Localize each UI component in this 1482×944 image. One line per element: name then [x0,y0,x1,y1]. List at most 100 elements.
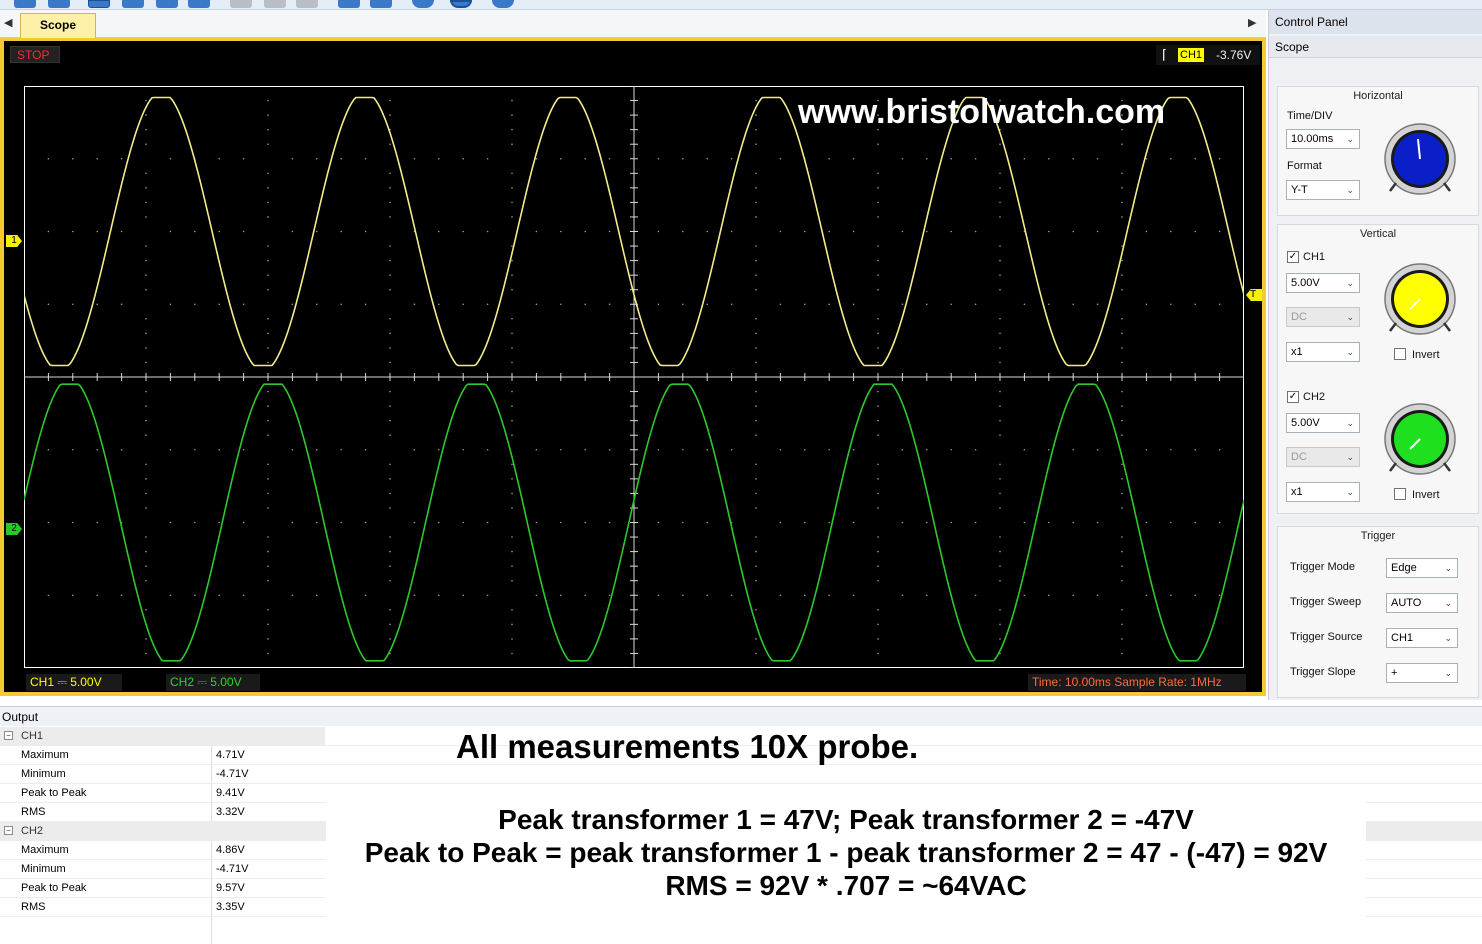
ch2-marker[interactable]: 2 [6,523,22,535]
toolbar-button[interactable] [450,0,472,8]
grid-dot [877,463,879,466]
time-div-knob[interactable] [1382,121,1458,197]
grid-dot [1121,579,1123,582]
grid-dot [779,157,782,160]
measurement-value: 4.86V [216,844,245,856]
annotation-line: Peak transformer 1 = 47V; Peak transform… [498,804,1194,835]
grid-dot [511,332,513,335]
grid-dot [511,114,513,116]
toolbar-button[interactable] [188,0,210,8]
ch1-volts-knob[interactable] [1382,261,1458,337]
grid-dot [682,157,684,160]
toolbar-button[interactable] [230,0,252,8]
grid-dot [1121,565,1123,567]
grid-dot [511,405,513,407]
toolbar-button[interactable] [48,0,70,8]
grid-dot [218,230,220,233]
ch2-volts-select[interactable]: 5.00V ⌄ [1286,413,1360,433]
horizontal-title: Horizontal [1353,90,1403,102]
trigger-slope-select[interactable]: + ⌄ [1386,663,1458,683]
ch2-probe-select[interactable]: x1 ⌄ [1286,482,1360,502]
toolbar-button[interactable] [338,0,360,8]
grid-dot [999,390,1001,393]
measurement-group-ch2[interactable]: − CH2 [0,822,325,841]
control-panel-subtitle: Scope [1269,36,1482,58]
ch2-volts-knob[interactable] [1382,401,1458,477]
vertical-title: Vertical [1359,228,1397,240]
grid-dot [1194,157,1196,160]
grid-dot [608,230,611,233]
grid-dot [755,347,757,349]
tab-scope[interactable]: Scope [20,13,96,38]
grid-dot [511,550,513,553]
ch1-marker[interactable]: 1 [6,235,22,247]
grid-dot [657,448,660,451]
grid-dot [267,274,269,276]
ch1-volts-value: 5.00V [1291,277,1320,289]
toolbar-button[interactable] [122,0,144,8]
toolbar-button[interactable] [296,0,318,8]
grid-dot [999,259,1001,262]
measurement-value: 4.71V [216,749,245,761]
grid-dot [1096,230,1099,233]
grid-dot [267,579,269,582]
grid-dot [755,419,757,422]
ch1-volts-select[interactable]: 5.00V ⌄ [1286,273,1360,293]
ch1-invert-checkbox[interactable] [1394,348,1406,360]
ch1-enable-checkbox[interactable]: ✓ [1287,251,1299,263]
grid-dot [511,318,513,320]
grid-dot [486,448,489,451]
knob-icon [1384,403,1456,475]
grid-dot [145,318,147,320]
toolbar-button[interactable] [264,0,286,8]
trigger-mode-select[interactable]: Edge ⌄ [1386,558,1458,578]
grid-dot [267,245,269,247]
trigger-source-select[interactable]: CH1 ⌄ [1386,628,1458,648]
format-select[interactable]: Y-T ⌄ [1286,180,1360,200]
trigger-marker[interactable]: T [1246,289,1262,301]
grid-dot [96,157,98,160]
grid-dot [96,594,98,597]
grid-dot [316,448,318,451]
grid-dot [560,594,562,597]
grid-dot [267,143,269,145]
collapse-icon[interactable]: − [4,731,13,740]
grid-dot [511,579,513,582]
run-state-badge[interactable]: STOP [10,46,60,63]
grid-dot [755,405,757,407]
grid-dot [999,361,1001,364]
toolbar-button[interactable] [412,0,434,8]
grid-dot [755,565,757,567]
grid-dot [267,492,269,495]
grid-dot [291,230,294,233]
grid-dot [1121,652,1123,655]
waveform-plot[interactable] [24,86,1244,668]
grid-dot [462,303,465,306]
toolbar-button[interactable] [370,0,392,8]
toolbar-button[interactable] [156,0,178,8]
grid-dot [511,259,513,262]
toolbar-button[interactable] [14,0,36,8]
grid-dot [389,579,391,582]
time-div-select[interactable]: 10.00ms ⌄ [1286,129,1360,149]
grid-dot [267,405,269,407]
ch2-invert-checkbox[interactable] [1394,488,1406,500]
trigger-sweep-select[interactable]: AUTO ⌄ [1386,593,1458,613]
grid-dot [950,230,952,233]
grid-dot [316,303,318,306]
ch1-probe-select[interactable]: x1 ⌄ [1286,342,1360,362]
collapse-icon[interactable]: − [4,826,13,835]
ch2-enable-checkbox[interactable]: ✓ [1287,391,1299,403]
grid-dot [560,157,562,160]
grid-dot [682,303,684,306]
toolbar-button[interactable] [492,0,514,8]
grid-dot [145,478,147,480]
tab-scroll-left-icon[interactable]: ◀ [4,16,12,29]
chevron-down-icon: ⌄ [1346,418,1354,428]
grid-dot [340,230,343,233]
grid-dot [145,187,147,189]
grid-dot [877,347,879,349]
tab-scroll-right-icon[interactable]: ▶ [1248,16,1256,29]
measurement-group-ch1[interactable]: − CH1 [0,727,325,746]
toolbar-button[interactable] [88,0,110,8]
